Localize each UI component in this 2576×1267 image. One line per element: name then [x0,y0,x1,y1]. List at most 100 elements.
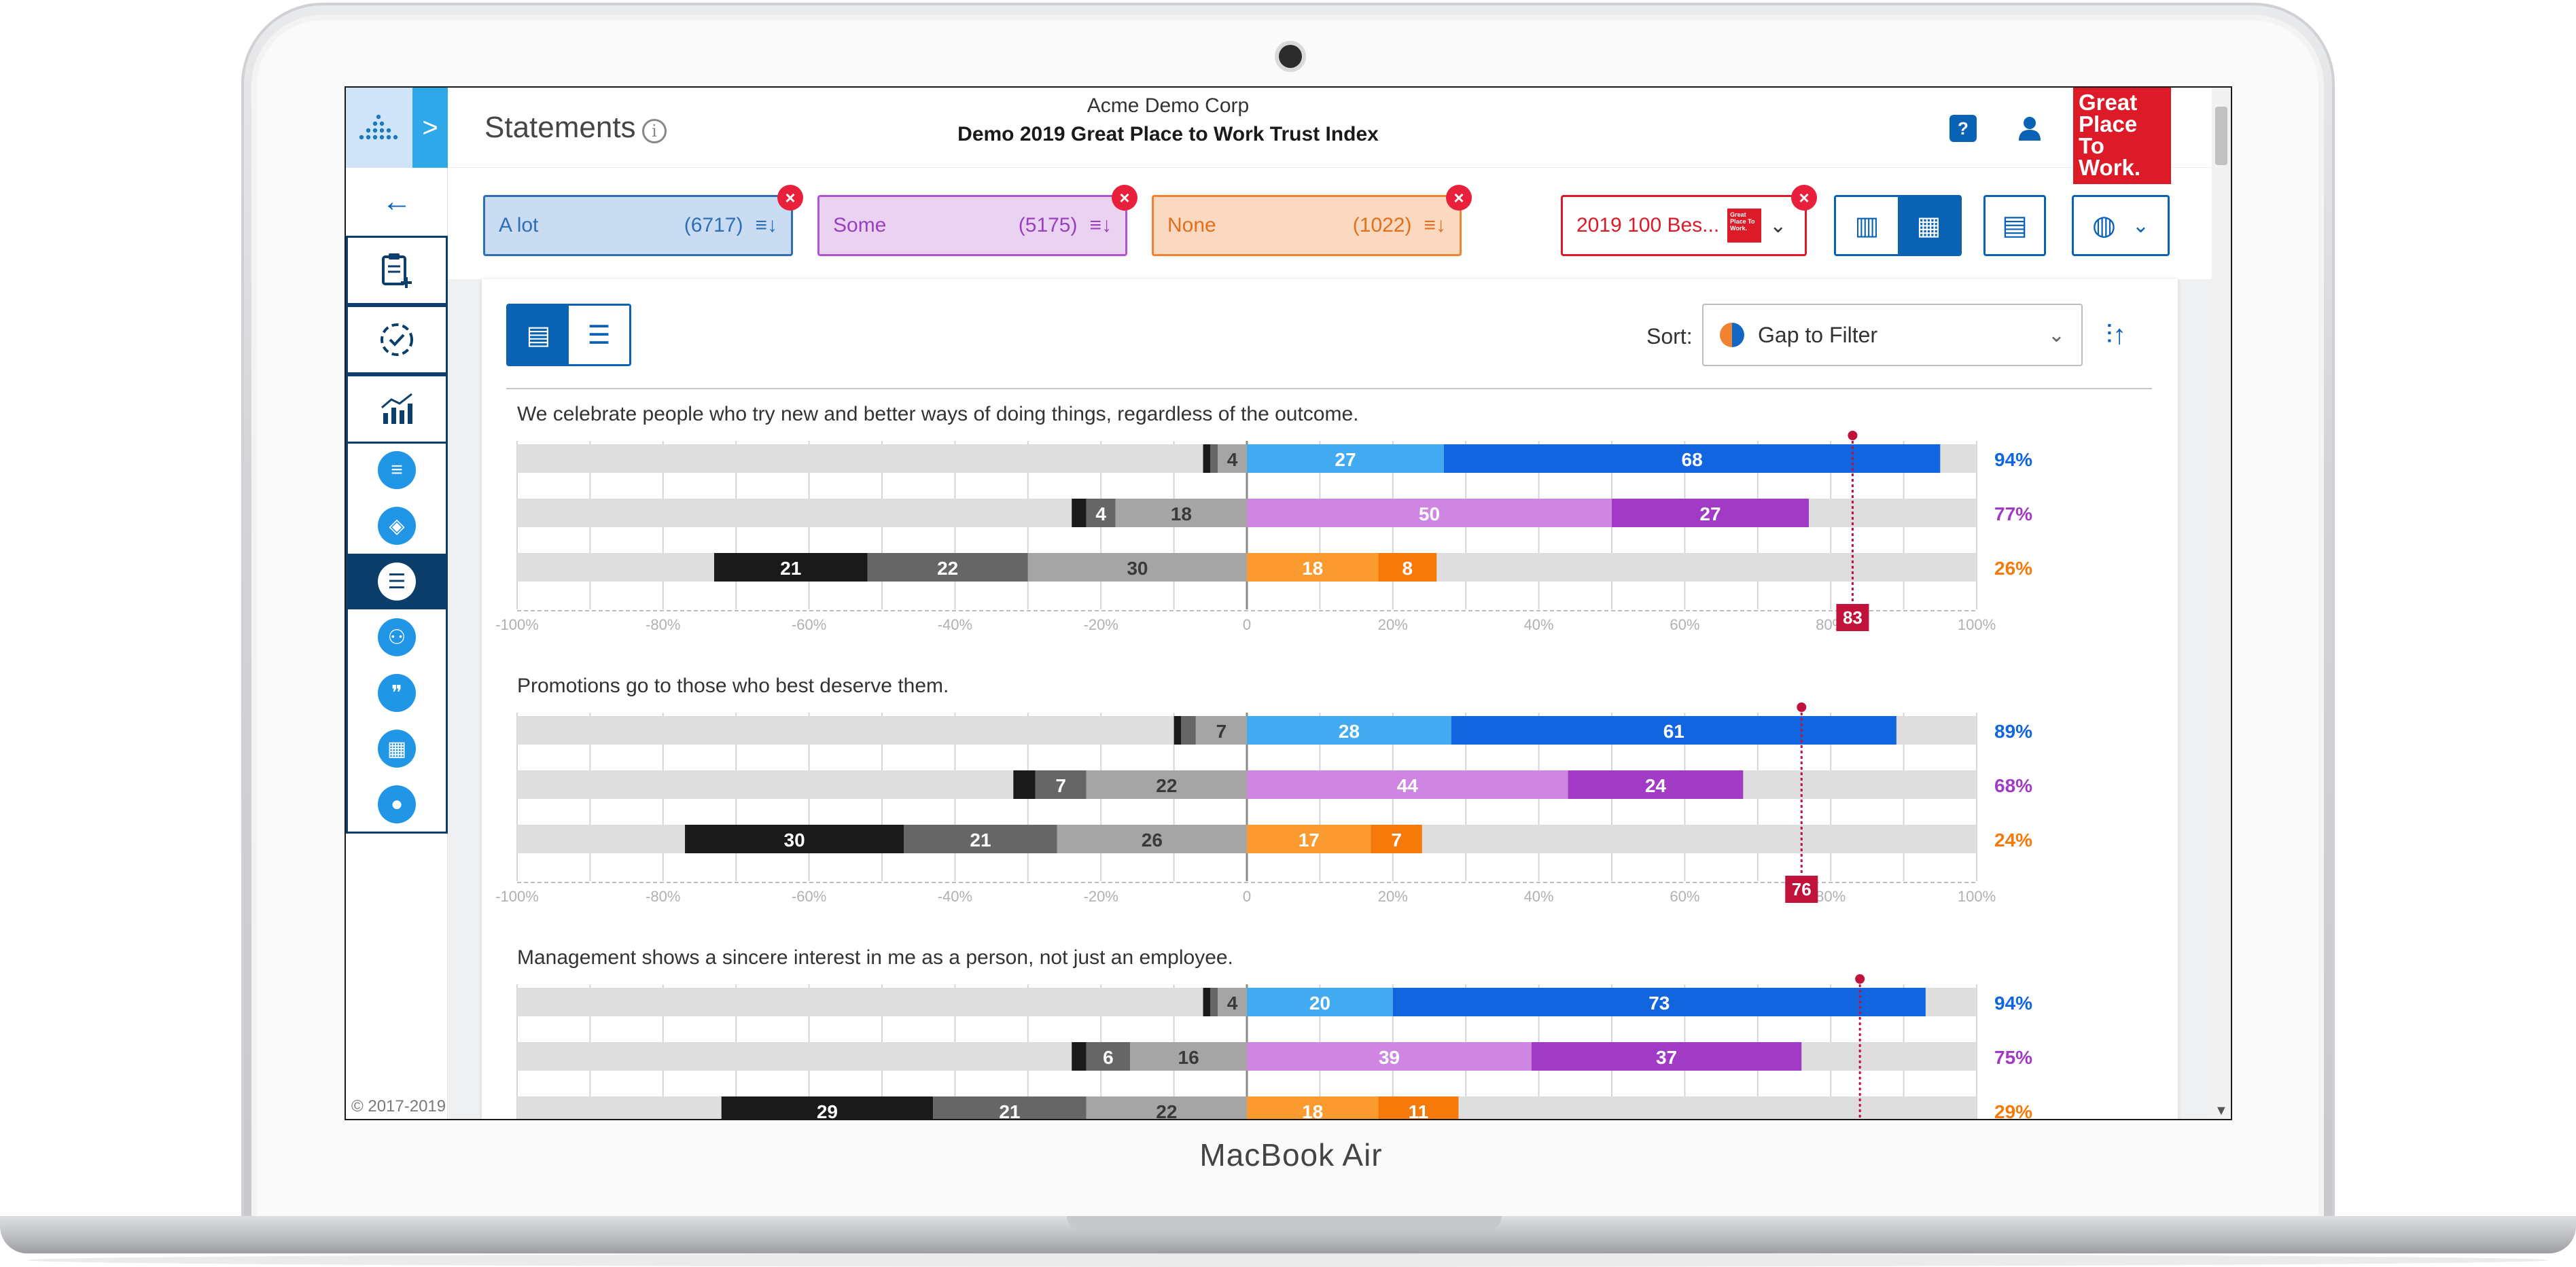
benchmark-value-label: 83 [1843,607,1863,628]
bar-value-label: 18 [1171,503,1192,524]
bar-segment-negative[interactable] [1174,716,1182,745]
axis-tick-label: -40% [938,888,972,905]
bar-segment-negative[interactable] [1013,770,1036,799]
survey-name: Demo 2019 Great Place to Work Trust Inde… [957,123,1379,145]
filter-chip-none[interactable]: None (1022) ≡↓ × [1152,185,1472,256]
bar-value-label: 7 [1391,829,1402,851]
bar-segment-negative[interactable] [1210,988,1218,1016]
bar-value-label: 24 [1645,775,1667,796]
list-view-icon[interactable]: ☰ [569,306,629,364]
laptop-shadow [27,1253,2549,1267]
laptop-notch [1067,1216,1502,1231]
axis-tick-label: 60% [1670,616,1699,633]
camera-icon [1279,45,1302,68]
nav-item-summary[interactable]: ≡ [348,442,446,498]
sort-value: Gap to Filter [1758,322,1878,347]
bar-value-label: 16 [1178,1047,1199,1068]
bar-segment-negative[interactable] [1210,444,1218,473]
scrollbar-thumb[interactable] [2215,107,2227,165]
statement-block: Promotions go to those who best deserve … [482,675,2178,919]
bar-segment-negative[interactable] [1203,444,1211,473]
axis-tick-label: -60% [792,888,826,905]
nav-item-comments[interactable]: ❞ [348,665,446,721]
sort-direction-icon[interactable]: ⫶↑ [2106,320,2126,351]
bar-value-label: 11 [1409,1101,1429,1120]
sort-filter-icon[interactable]: ≡↓ [755,214,777,237]
comment-icon: ❞ [378,674,416,712]
bar-value-label: 7 [1055,775,1066,796]
filter-chip-some[interactable]: Some (5175) ≡↓ × [817,185,1137,256]
gap-icon [1720,323,1744,347]
nav-item-profile[interactable]: ● [348,777,446,832]
bar-value-label: 30 [784,829,805,851]
bar-value-label: 7 [1216,721,1227,742]
nav-item-statements[interactable]: ☰ [348,554,446,609]
bar-value-label: 27 [1699,503,1721,524]
axis-tick-label: -80% [646,888,680,905]
grid-layout-icon[interactable]: ▦ [1898,197,1960,254]
row-total-label: 75% [1994,1047,2032,1068]
statement-text: Promotions go to those who best deserve … [517,675,949,697]
sort-filter-icon[interactable]: ≡↓ [1089,214,1112,237]
row-total-label: 24% [1994,829,2032,851]
detail-view-icon[interactable]: ▤ [508,306,569,364]
chat-icon: ▤ [2002,211,2028,240]
help-icon[interactable]: ? [1949,115,1977,142]
bar-value-label: 8 [1402,558,1413,579]
bar-value-label: 18 [1302,1101,1323,1120]
bar-value-label: 50 [1419,503,1440,524]
remove-filter-icon[interactable]: × [777,185,803,211]
back-arrow-icon[interactable]: ← [346,168,448,236]
sort-filter-icon[interactable]: ≡↓ [1424,214,1446,237]
bar-segment-negative[interactable] [1181,716,1196,745]
user-icon[interactable] [2015,113,2045,143]
company-name: Acme Demo Corp [1087,94,1250,117]
bar-value-label: 68 [1682,449,1703,470]
nav-new-report-button[interactable] [346,236,448,305]
bar-value-label: 4 [1095,503,1106,524]
app-screen: > ← ≡ ◈ ☰ ⚇ ❞ ▦ ● © 2017-2019 Statements… [345,86,2232,1120]
nav-expand-button[interactable]: > [412,88,448,168]
sort-dropdown[interactable]: Gap to Filter ⌄ [1702,304,2083,366]
nav-item-heatmap[interactable]: ▦ [348,721,446,777]
app-logo-icon[interactable] [346,88,412,168]
row-total-label: 77% [1994,503,2032,524]
statement-chart: 4 27 68 94% 4 18 50 27 77% 21 22 30 18 8 26% -100% -80% -… [495,431,2032,633]
row-total-label: 94% [1994,993,2032,1014]
bar-segment-negative[interactable] [1072,499,1087,527]
statements-card: ▤ ☰ Sort: Gap to Filter ⌄ ⫶↑ We celebrat… [482,279,2178,1120]
bar-segment-negative[interactable] [1203,988,1211,1016]
remove-filter-icon[interactable]: × [1112,185,1137,211]
nav-progress-button[interactable] [346,305,448,374]
clipboard-plus-icon [382,253,412,288]
axis-tick-label: 100% [1958,888,1996,905]
bar-segment-negative[interactable] [1072,1042,1087,1071]
comments-button[interactable]: ▤ [1983,195,2046,256]
axis-tick-label: 40% [1524,888,1554,905]
bar-value-label: 37 [1656,1047,1677,1068]
nav-section-group: ≡ ◈ ☰ ⚇ ❞ ▦ ● [346,442,448,834]
benchmark-select[interactable]: 2019 100 Bes... Great Place To Work. ⌄ × [1561,185,1817,256]
row-total-label: 29% [1994,1101,2032,1120]
split-layout-icon[interactable]: ▥ [1836,197,1898,254]
language-select[interactable]: ◍ ⌄ [2072,195,2170,256]
bar-value-label: 61 [1663,721,1684,742]
filter-chip-alot[interactable]: A lot (6717) ≡↓ × [483,185,803,256]
scrollbar[interactable]: ▼ [2212,88,2231,1119]
nav-analytics-button[interactable] [346,374,448,444]
copyright-text: © 2017-2019 [351,1097,446,1116]
axis-tick-label: -40% [938,616,972,633]
nav-item-demographics[interactable]: ⚇ [348,609,446,665]
bar-value-label: 21 [999,1101,1020,1120]
benchmark-dot [1797,702,1807,712]
bar-value-label: 28 [1339,721,1360,742]
remove-benchmark-icon[interactable]: × [1791,185,1817,211]
statement-text: Management shows a sincere interest in m… [517,946,1233,969]
nav-item-layers[interactable]: ◈ [348,498,446,554]
device-label: MacBook Air [1199,1137,1383,1173]
page-header: Statements i Acme Demo Corp Demo 2019 Gr… [448,88,2231,184]
grid-chart-icon: ▦ [378,730,416,768]
bar-value-label: 4 [1227,993,1238,1014]
remove-filter-icon[interactable]: × [1446,185,1472,211]
scroll-down-icon[interactable]: ▼ [2215,1103,2228,1119]
